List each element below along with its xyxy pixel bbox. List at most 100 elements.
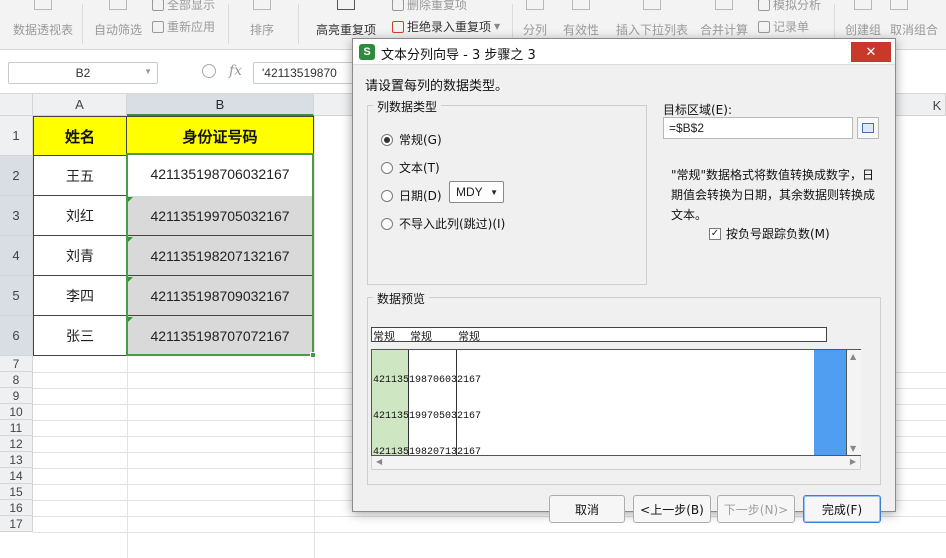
row-header[interactable]: 15 [0,484,33,500]
row-header[interactable]: 16 [0,500,33,516]
target-area-input[interactable]: =$B$2 [663,117,853,139]
reapply-button[interactable]: 重新应用 [152,18,215,35]
column-header-k[interactable]: K [928,94,946,116]
row-header[interactable]: 3 [0,196,33,236]
name-cell[interactable]: 张三 [33,316,127,356]
row-header[interactable]: 11 [0,420,33,436]
pivot-table-icon [34,0,52,10]
radio-general[interactable]: 常规(G) [381,131,442,148]
fx-icon[interactable]: fx [229,63,242,79]
target-area-label: 目标区域(E): [663,103,732,117]
simulate-analysis-button[interactable]: 模拟分析 [758,0,821,13]
consolidate-icon [715,0,733,10]
preview-horizontal-scrollbar[interactable]: ◀ ▶ [371,456,861,470]
row-header[interactable]: 14 [0,468,33,484]
radio-skip-column[interactable]: 不导入此列(跳过)(I) [381,215,505,232]
name-cell[interactable]: 刘红 [33,196,127,236]
back-button[interactable]: <上一步(B) [633,495,711,523]
delete-duplicates-icon [392,0,404,11]
column-header-a[interactable]: A [33,94,127,116]
id-cell[interactable]: 421135198207132167 [127,236,314,276]
chevron-down-icon: ▼ [494,22,501,31]
record-sheet-button[interactable]: 记录单 [758,18,809,35]
filter-icon [109,0,127,10]
wps-app-icon: S [359,44,375,60]
negative-number-option[interactable]: ✓ 按负号跟踪负数(M) [709,225,830,242]
row-header[interactable]: 9 [0,388,33,404]
radio-button[interactable] [381,189,393,202]
show-all-button[interactable]: 全部显示 [152,0,215,13]
preview-header-3[interactable]: 常规 [458,328,480,344]
date-format-select[interactable]: MDY ▼ [449,181,504,203]
scroll-left-icon[interactable]: ◀ [376,457,382,466]
id-cell[interactable]: 421135198707072167 [127,316,314,356]
sort-button[interactable]: 排序 [236,0,288,50]
preview-header-2[interactable]: 常规 [410,328,432,344]
text-to-columns-dialog: S 文本分列向导 - 3 步骤之 3 ✕ 请设置每列的数据类型。 列数据类型 常… [352,38,896,523]
finish-button[interactable]: 完成(F) [803,495,881,523]
preview-data-area[interactable]: 421135198706032167 421135199705032167 42… [371,349,847,456]
next-button[interactable]: 下一步(N)> [717,495,795,523]
radio-date[interactable]: 日期(D) [381,187,442,204]
select-all-corner[interactable] [0,94,33,116]
delete-duplicates-button[interactable]: 删除重复项 [392,0,467,13]
row-header[interactable]: 17 [0,516,33,532]
close-button[interactable]: ✕ [851,42,891,62]
name-cell[interactable]: 刘青 [33,236,127,276]
range-picker-button[interactable] [857,117,879,139]
scroll-down-icon[interactable]: ▼ [850,444,856,453]
insert-dropdown-icon [643,0,661,10]
name-cell[interactable]: 李四 [33,276,127,316]
data-preview-label: 数据预览 [373,290,430,307]
row-header[interactable]: 12 [0,436,33,452]
header-cell-id[interactable]: 身份证号码 [127,116,314,156]
formula-input[interactable]: '42113519870 [253,62,363,84]
dialog-prompt: 请设置每列的数据类型。 [365,79,509,94]
split-column-icon [526,0,544,10]
dialog-title: 文本分列向导 - 3 步骤之 3 [381,48,536,63]
column-header-b[interactable]: B [127,94,314,116]
radio-button[interactable] [381,161,393,174]
row-header[interactable]: 4 [0,236,33,276]
scroll-up-icon[interactable]: ▲ [850,352,856,361]
ribbon-divider [228,4,229,44]
dialog-title-bar[interactable]: S 文本分列向导 - 3 步骤之 3 ✕ [353,39,895,65]
name-box[interactable]: B2 ▼ [8,62,158,84]
highlight-duplicates-icon [337,0,355,10]
radio-button-selected[interactable] [381,133,393,146]
row-header[interactable]: 5 [0,276,33,316]
id-cell[interactable]: 421135199705032167 [127,196,314,236]
reject-duplicates-button[interactable]: 拒绝录入重复项 ▼ [392,18,500,35]
header-cell-name[interactable]: 姓名 [33,116,127,156]
validity-icon [572,0,590,10]
autofilter-button[interactable]: 自动筛选 [90,0,146,50]
sort-icon [253,0,271,10]
zoom-icon[interactable] [202,64,216,78]
preview-line: 421135198706032167 [373,375,482,386]
column-type-label: 列数据类型 [373,98,442,115]
row-header[interactable]: 1 [0,116,33,156]
row-header[interactable]: 6 [0,316,33,356]
ungroup-button[interactable]: 取消组合 [890,0,946,50]
radio-text[interactable]: 文本(T) [381,159,440,176]
scroll-right-icon[interactable]: ▶ [850,457,856,466]
preview-header-1[interactable]: 常规 [373,328,395,344]
checkbox-checked[interactable]: ✓ [709,227,721,240]
cancel-button[interactable]: 取消 [549,495,625,523]
ribbon-divider [82,4,83,44]
preview-column-headers: 常规 常规 常规 [371,327,827,344]
id-cell[interactable]: 421135198709032167 [127,276,314,316]
row-header[interactable]: 8 [0,372,33,388]
radio-button[interactable] [381,217,393,230]
create-group-icon [854,0,872,10]
row-header[interactable]: 2 [0,156,33,196]
preview-line: 421135199705032167 [373,411,482,422]
row-header[interactable]: 7 [0,356,33,372]
name-cell[interactable]: 王五 [33,156,127,196]
pivot-table-button[interactable]: 数据透视表 [10,0,76,50]
row-header[interactable]: 13 [0,452,33,468]
chevron-down-icon: ▼ [144,67,152,76]
preview-vertical-scrollbar[interactable]: ▲ ▼ [847,349,861,456]
active-cell-b2[interactable]: 421135198706032167 [127,154,313,194]
row-header[interactable]: 10 [0,404,33,420]
